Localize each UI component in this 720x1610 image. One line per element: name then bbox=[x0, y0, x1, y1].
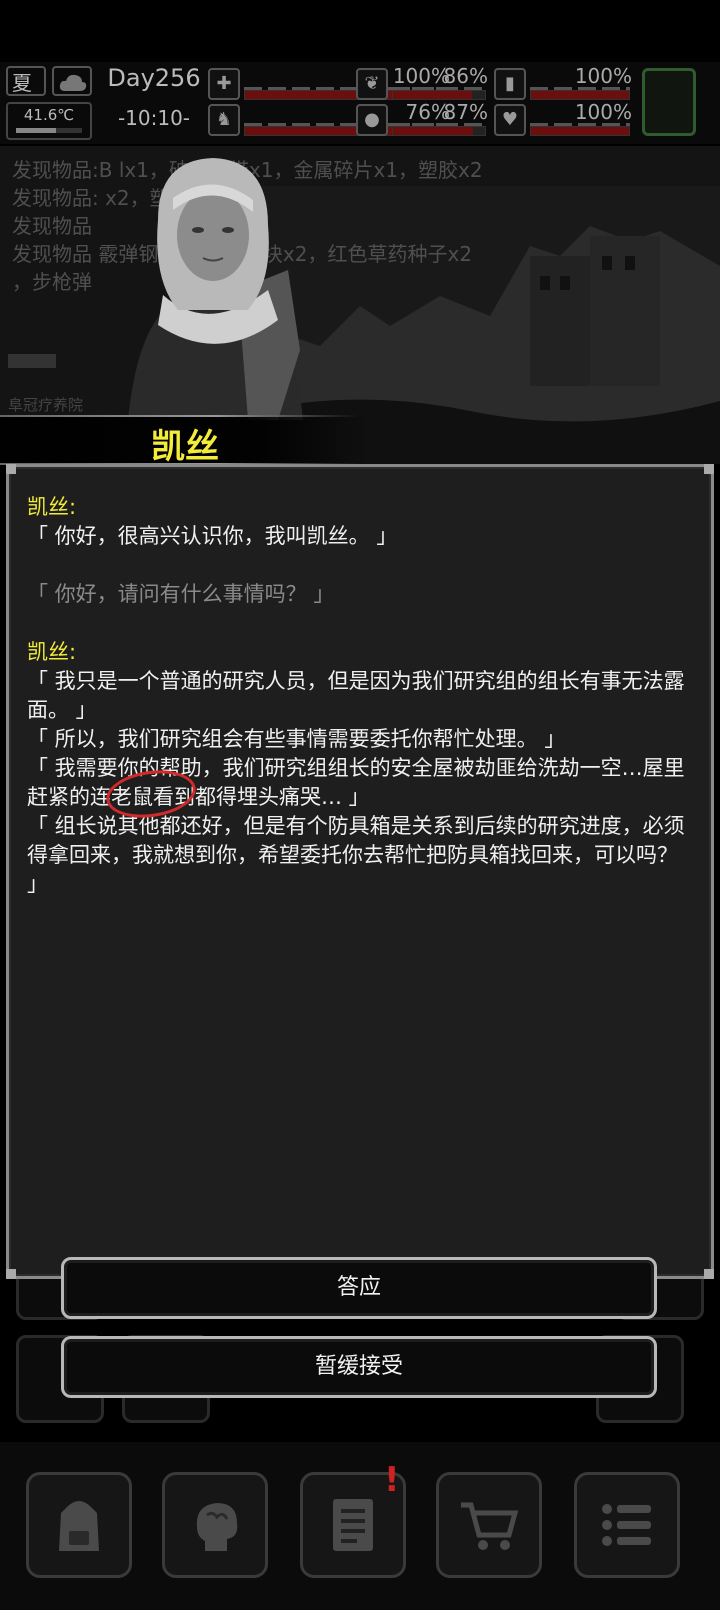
stat-fill bbox=[393, 127, 474, 135]
npc-line: 「 我只是一个普通的研究人员，但是因为我们研究组的组长有事无法露面。 」 bbox=[27, 669, 685, 722]
season-indicator: 夏 bbox=[6, 66, 46, 96]
menu-button[interactable] bbox=[574, 1472, 680, 1578]
stat-value: 87% bbox=[443, 100, 488, 124]
npc-portrait bbox=[128, 158, 303, 420]
npc-line: 「 所以，我们研究组会有些事情需要委托你帮忙处理。 」 bbox=[27, 727, 566, 751]
npc-line: 「 你好，很高兴认识你，我叫凯丝。 」 bbox=[27, 524, 398, 548]
speaker-label: 凯丝: bbox=[27, 495, 77, 519]
npc-line: 「 组长说其他都还好，但是有个防具箱是关系到后续的研究进度，必须得拿回来，我就想… bbox=[27, 814, 685, 896]
temperature-value: 41.6℃ bbox=[23, 106, 75, 124]
location-label: 阜冠疗养院 bbox=[8, 396, 84, 414]
temperature-fill bbox=[16, 128, 56, 133]
water-icon: ● bbox=[356, 104, 388, 136]
dialog-box: 凯丝: 「 你好，很高兴认识你，我叫凯丝。 」 「 你好，请问有什么事情吗？ 」… bbox=[6, 464, 714, 1279]
stat-energy: ▮ 100% bbox=[494, 64, 632, 104]
log-entry: 发现物品 bbox=[12, 214, 92, 238]
speaker-label: 凯丝: bbox=[27, 640, 77, 664]
temperature-gauge: 41.6℃ bbox=[6, 102, 92, 140]
game-clock: -10:10- bbox=[117, 106, 191, 130]
log-entry: ，步枪弹 bbox=[12, 270, 92, 294]
menu-icon bbox=[602, 1504, 651, 1546]
status-bar: 夏 41.6℃ Day256 -10:10- ✚ 100% ❦ 86% ▮ 10… bbox=[0, 62, 720, 144]
stat-fill bbox=[393, 91, 473, 99]
cloud-icon bbox=[52, 66, 92, 96]
stat-value: 100% bbox=[574, 64, 632, 88]
cart-icon bbox=[461, 1502, 519, 1550]
stat-heart: ♥ 100% bbox=[494, 100, 632, 140]
dialog-text: 凯丝: 「 你好，很高兴认识你，我叫凯丝。 」 「 你好，请问有什么事情吗？ 」… bbox=[27, 493, 695, 899]
shop-button[interactable] bbox=[436, 1472, 542, 1578]
progress-bar bbox=[8, 354, 56, 368]
notebook-icon bbox=[333, 1499, 373, 1551]
stat-water: ● 87% bbox=[356, 100, 488, 140]
skills-button[interactable] bbox=[162, 1472, 268, 1578]
player-line: 「 你好，请问有什么事情吗？ 」 bbox=[27, 582, 335, 606]
stomach-icon: ❦ bbox=[356, 68, 388, 100]
stat-stomach: ❦ 86% bbox=[356, 64, 488, 104]
accept-button[interactable]: 答应 bbox=[61, 1257, 657, 1319]
day-counter: Day256 bbox=[107, 64, 201, 92]
energy-icon: ▮ bbox=[494, 68, 526, 100]
exclamation-icon: ! bbox=[384, 1460, 400, 1500]
bottom-nav: ! bbox=[0, 1442, 720, 1610]
backpack-button[interactable] bbox=[26, 1472, 132, 1578]
npc-nameplate: 凯丝 bbox=[0, 415, 370, 467]
backpack-icon bbox=[59, 1501, 99, 1551]
postpone-button[interactable]: 暂缓接受 bbox=[61, 1336, 657, 1398]
stamina-icon: ♞ bbox=[208, 104, 240, 136]
stat-fill bbox=[531, 91, 629, 99]
equipment-slot[interactable] bbox=[642, 68, 696, 136]
stat-fill bbox=[531, 127, 629, 135]
npc-name: 凯丝 bbox=[151, 427, 219, 467]
stat-value: 86% bbox=[443, 64, 488, 88]
heart-icon: ♥ bbox=[494, 104, 526, 136]
health-icon: ✚ bbox=[208, 68, 240, 100]
stat-value: 100% bbox=[574, 100, 632, 124]
brain-icon bbox=[196, 1503, 238, 1551]
